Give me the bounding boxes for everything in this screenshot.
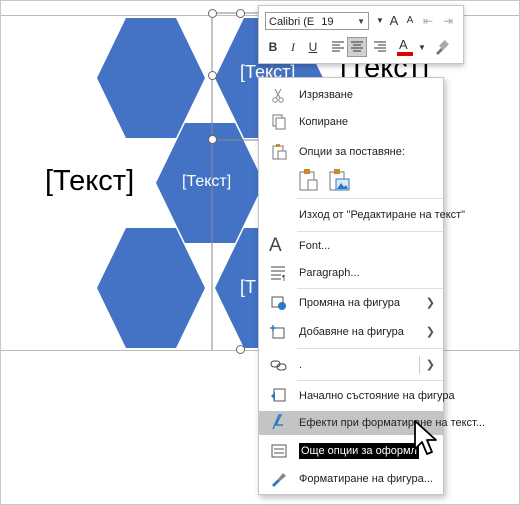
menu-separator	[297, 380, 443, 381]
copy-icon	[272, 114, 286, 130]
format-painter-icon[interactable]	[433, 39, 449, 55]
font-icon: A	[269, 235, 282, 256]
chevron-right-icon: ❯	[425, 326, 435, 338]
link-icon	[270, 360, 287, 371]
menu-item-exit-text-edit[interactable]: Изход от "Редактиране на текст"	[259, 204, 465, 226]
menu-separator	[297, 348, 443, 349]
menu-item-reset-shape[interactable]: Начално състояние на фигура	[259, 385, 455, 407]
align-center-icon	[351, 41, 363, 52]
svg-text:¶: ¶	[282, 275, 286, 281]
font-name-box[interactable]: Calibri (E 19 ▼	[265, 12, 369, 30]
resize-handle[interactable]	[208, 9, 217, 18]
chevron-down-icon[interactable]: ▼	[373, 12, 387, 30]
font-size-value: 19	[321, 16, 334, 28]
mini-toolbar: Calibri (E 19 ▼ ▼ A A ⇤ ⇥ B I U A ▼	[258, 5, 464, 64]
underline-button[interactable]: U	[305, 38, 321, 56]
chevron-down-icon[interactable]: ▼	[357, 13, 365, 31]
scissors-icon	[272, 88, 284, 103]
menu-separator	[297, 288, 443, 289]
split-divider	[419, 356, 420, 374]
menu-item-label: Изрязване	[299, 89, 353, 101]
resize-handle[interactable]	[236, 345, 245, 354]
change-shape-icon	[271, 296, 286, 310]
align-center-button[interactable]	[347, 37, 367, 57]
menu-separator	[297, 198, 443, 199]
paste-keep-formatting-icon[interactable]	[297, 168, 321, 192]
font-color-button[interactable]: A	[397, 37, 413, 57]
text-effects-icon	[272, 414, 283, 430]
menu-item-label: Изход от "Редактиране на текст"	[299, 209, 466, 221]
menu-item-add-shape[interactable]: Добавяне на фигура ❯	[259, 321, 443, 343]
menu-item-copy[interactable]: Копиране	[259, 111, 443, 133]
menu-item-link[interactable]: . ❯	[259, 354, 443, 376]
reset-shape-icon	[271, 388, 286, 402]
format-shape-icon	[272, 473, 286, 487]
menu-item-change-shape[interactable]: Промяна на фигура ❯	[259, 292, 443, 314]
menu-item-label: .	[299, 359, 303, 371]
chevron-right-icon: ❯	[425, 297, 435, 309]
menu-item-label: Ефекти при форматиране на текст...	[299, 417, 486, 429]
resize-handle[interactable]	[208, 135, 217, 144]
menu-item-label: Начално състояние на фигура	[299, 390, 455, 402]
hexagon-shape[interactable]	[97, 228, 205, 348]
hexagon-text-bottom[interactable]: [Т	[240, 277, 256, 298]
clipboard-icon	[272, 144, 287, 160]
menu-item-cut[interactable]: Изрязване	[259, 84, 443, 106]
menu-item-label: Paragraph...	[299, 267, 360, 279]
menu-item-format-shape[interactable]: Форматиране на фигура...	[259, 468, 443, 490]
hexagon-shape[interactable]	[97, 18, 205, 138]
menu-item-label: Копиране	[299, 116, 349, 128]
menu-item-label: Добавяне на фигура	[299, 326, 404, 338]
menu-item-label: Font...	[299, 240, 331, 252]
paragraph-icon: ¶	[271, 266, 286, 281]
paste-picture-icon[interactable]	[327, 168, 351, 192]
grow-font-button[interactable]: A	[387, 12, 401, 30]
menu-item-paste-options: Опции за поставяне:	[259, 141, 443, 163]
menu-item-label: Промяна на фигура	[299, 297, 400, 309]
font-color-swatch	[397, 52, 413, 56]
chevron-down-icon[interactable]: ▼	[417, 39, 427, 57]
italic-button[interactable]: I	[285, 38, 301, 56]
decrease-indent-icon[interactable]: ⇤	[419, 12, 437, 30]
font-color-letter: A	[399, 37, 408, 52]
align-right-icon[interactable]	[373, 40, 387, 54]
font-name-value: Calibri (E	[269, 16, 315, 28]
side-text-label[interactable]: [Текст]	[45, 165, 134, 198]
shrink-font-button[interactable]: A	[403, 12, 417, 30]
add-shape-icon	[270, 325, 285, 339]
menu-item-label: Опции за поставяне:	[299, 146, 405, 158]
bold-button[interactable]: B	[265, 38, 281, 56]
resize-handle[interactable]	[236, 9, 245, 18]
align-left-icon[interactable]	[331, 40, 345, 54]
menu-item-label: Още опции за оформл	[299, 443, 419, 459]
menu-item-font[interactable]: A Font...	[259, 235, 443, 257]
layout-options-icon	[271, 444, 287, 458]
menu-separator	[297, 231, 443, 232]
mouse-cursor-icon	[414, 420, 437, 455]
menu-item-paragraph[interactable]: ¶ Paragraph...	[259, 262, 443, 284]
increase-indent-icon[interactable]: ⇥	[439, 12, 457, 30]
menu-item-label: Форматиране на фигура...	[299, 473, 433, 485]
chevron-right-icon[interactable]: ❯	[426, 354, 435, 376]
resize-handle[interactable]	[208, 71, 217, 80]
hexagon-text-center[interactable]: [Текст]	[182, 173, 231, 191]
